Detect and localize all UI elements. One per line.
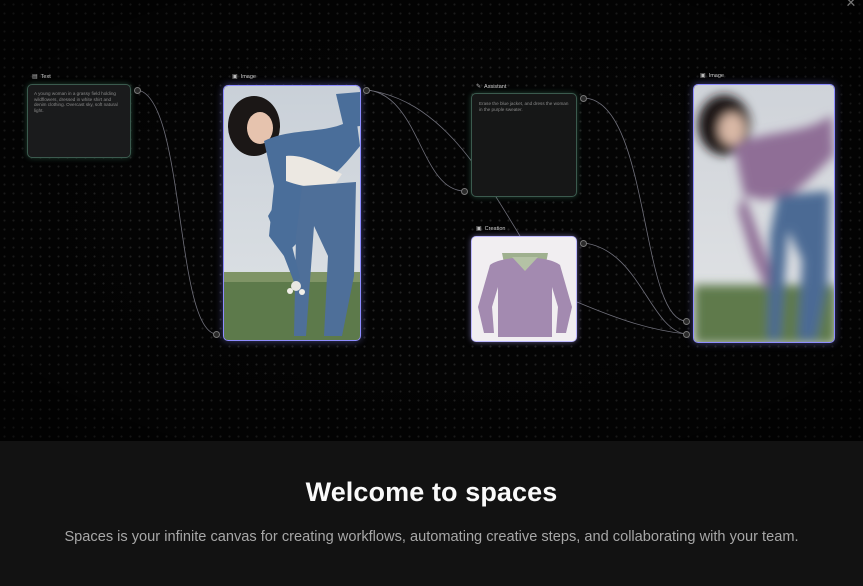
generated-woman-purple-sweater: [694, 85, 834, 342]
assistant-input-port[interactable]: [461, 188, 468, 195]
edge-creation-to-image2-a: [583, 242, 687, 335]
purple-sweater-image: [472, 237, 576, 341]
welcome-panel: Welcome to spaces Spaces is your infinit…: [0, 441, 863, 586]
text-icon: ▤: [32, 74, 38, 80]
close-icon[interactable]: ✕: [844, 0, 858, 10]
image-icon: ▣: [232, 74, 238, 80]
sparkle-icon: ✎: [476, 84, 482, 90]
assistant-node-label: ✎ Assistant: [476, 84, 507, 90]
edge-image-to-assistant: [366, 89, 465, 192]
assistant-prompt: Erase the blue jacket, and dress the wom…: [479, 101, 569, 112]
image-node-label: ▣ Image: [232, 74, 256, 80]
image-output-port[interactable]: [363, 87, 370, 94]
image-icon: ▣: [700, 73, 706, 79]
output-image-node-label: ▣ Image: [700, 73, 724, 79]
edge-assistant-to-image2: [583, 97, 687, 322]
edge-creation-to-image2-b: [576, 301, 687, 335]
creation-output-port[interactable]: [580, 240, 587, 247]
welcome-description: Spaces is your infinite canvas for creat…: [64, 529, 799, 545]
assistant-node[interactable]: Erase the blue jacket, and dress the wom…: [471, 93, 577, 197]
output-image-input-port-2[interactable]: [683, 331, 690, 338]
text-node-content: A young woman in a grassy field holding …: [34, 91, 118, 113]
text-node-label: ▤ Text: [32, 74, 51, 80]
creation-node-label: ▣ Creation: [476, 226, 506, 232]
output-image-node[interactable]: [693, 84, 835, 343]
text-output-port[interactable]: [134, 87, 141, 94]
workflow-canvas[interactable]: ✕ ▤ Text A young woman in a grassy field…: [0, 0, 863, 441]
image-node-woman-photo[interactable]: [223, 85, 361, 341]
output-image-input-port-1[interactable]: [683, 318, 690, 325]
image-icon: ▣: [476, 226, 482, 232]
creation-node-sweater[interactable]: [471, 236, 577, 342]
text-node[interactable]: A young woman in a grassy field holding …: [27, 84, 131, 158]
assistant-output-port[interactable]: [580, 95, 587, 102]
image-input-port[interactable]: [213, 331, 220, 338]
welcome-title: Welcome to spaces: [305, 477, 558, 507]
edge-text-to-image: [136, 89, 217, 335]
woman-denim-photo: [224, 86, 360, 340]
